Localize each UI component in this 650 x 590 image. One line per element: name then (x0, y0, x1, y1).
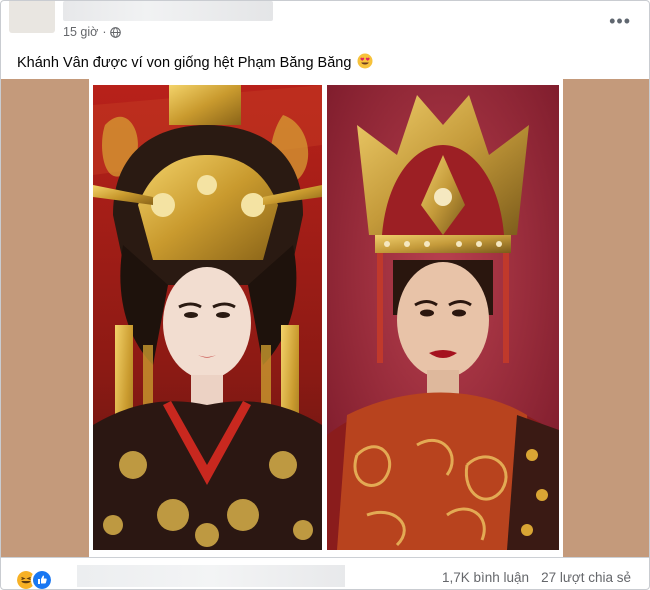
shares-count-link[interactable]: 27 lượt chia sẻ (541, 570, 631, 585)
author-name-redacted[interactable] (63, 1, 273, 21)
comments-count-link[interactable]: 1,7K bình luận (442, 570, 529, 585)
post-footer: 1,7K bình luận 27 lượt chia sẻ (1, 557, 649, 589)
photo-woman-red-crown[interactable] (327, 85, 559, 550)
post-caption: Khánh Vân được ví von giống hệt Phạm Băn… (17, 53, 373, 71)
photo-empress-golden-headdress[interactable] (93, 85, 322, 550)
collage-frame (89, 79, 563, 557)
caption-text: Khánh Vân được ví von giống hệt Phạm Băn… (17, 55, 352, 71)
more-options-icon[interactable]: ••• (609, 11, 631, 32)
globe-icon (110, 26, 122, 38)
post-meta: 15 giờ · (63, 25, 122, 39)
post-media[interactable] (1, 79, 649, 557)
avatar[interactable] (9, 1, 55, 33)
like-reaction-icon (31, 569, 53, 589)
reactors-names-redacted (77, 565, 345, 587)
heart-eyes-emoji-icon (357, 53, 373, 69)
engagement-stats: 1,7K bình luận 27 lượt chia sẻ (442, 570, 631, 585)
facebook-post: 15 giờ · ••• Khánh Vân được ví von giống… (0, 0, 650, 590)
reactions-summary[interactable] (15, 569, 53, 589)
post-timestamp[interactable]: 15 giờ (63, 25, 98, 39)
